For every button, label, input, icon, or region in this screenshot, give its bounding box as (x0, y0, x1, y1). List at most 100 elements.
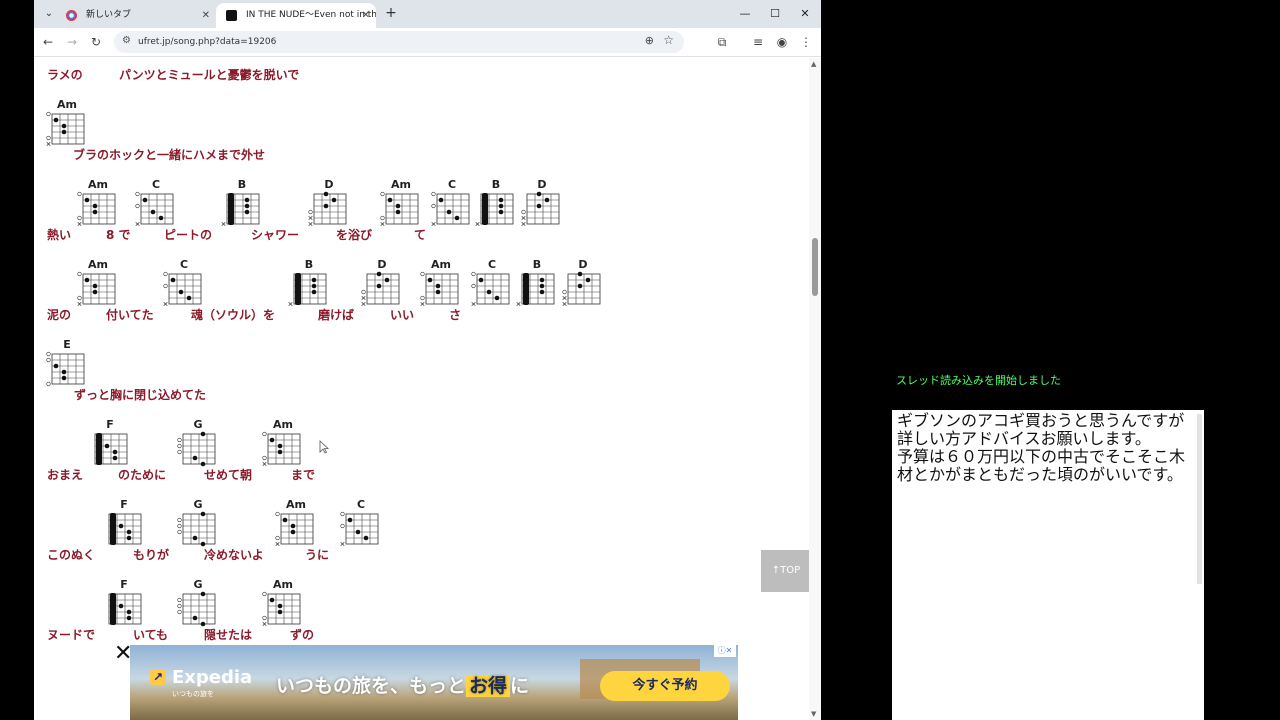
ad-catch-pre: いつもの旅を、もっと (276, 675, 467, 697)
chord-diagram-am[interactable]: Am (77, 178, 119, 238)
chord-diagram-b[interactable]: B (221, 178, 263, 238)
tab-close-icon[interactable]: ✕ (202, 3, 210, 28)
chord-grid (420, 271, 459, 307)
thread-scrollbar[interactable] (1197, 414, 1202, 584)
chord-name: C (356, 498, 366, 511)
chord-diagram-b[interactable]: B (516, 258, 558, 318)
status-message: スレッド読み込みを開始しました (896, 374, 1061, 387)
chord-grid (163, 271, 202, 307)
maximize-button[interactable]: ☐ (765, 4, 785, 24)
tab-close-icon[interactable]: ✕ (362, 3, 370, 28)
chord-name: D (324, 178, 334, 191)
lyric-line: ラメの (47, 68, 83, 82)
site-info-icon[interactable]: ⚙ (122, 35, 131, 46)
site-favicon-icon (226, 10, 237, 21)
chord-name: B (532, 258, 542, 271)
chord-diagram-f[interactable]: F (103, 498, 145, 558)
lyric-line: ブラのホックと一緒にハメまで外せ (73, 148, 266, 162)
ad-logo: ↗ Expedia (150, 667, 252, 688)
chord-diagram-am[interactable]: Am (77, 258, 119, 318)
lyric-line: ずっと胸に閉じ込めてた (74, 388, 207, 402)
chord-grid (77, 191, 116, 227)
forward-icon[interactable]: → (64, 34, 80, 50)
chord-name: C (151, 178, 161, 191)
chord-grid (562, 271, 601, 307)
chord-name: Am (286, 498, 306, 511)
chord-grid (177, 591, 216, 627)
chord-diagram-c[interactable]: C (340, 498, 382, 558)
chord-diagram-c[interactable]: C (163, 258, 205, 318)
chord-diagram-f[interactable]: F (103, 578, 145, 638)
expedia-arrow-icon: ↗ (150, 669, 166, 685)
chord-diagram-g[interactable]: G (177, 578, 219, 638)
ad-image[interactable]: ↗ Expedia いつもの旅を いつもの旅を、もっと お得に 今すぐ予約 (130, 645, 738, 720)
chord-diagram-am[interactable]: Am (262, 418, 304, 478)
chord-grid (77, 271, 116, 307)
chord-diagram-c[interactable]: C (431, 178, 473, 238)
chord-grid (177, 511, 216, 547)
media-icon[interactable]: ≡ (750, 34, 766, 50)
chord-diagram-d[interactable]: D (361, 258, 403, 318)
profile-icon[interactable]: ◉ (774, 34, 790, 50)
ad-brand: Expedia (172, 667, 253, 688)
lyric-line: 泥の (47, 308, 72, 322)
ad-cta-button[interactable]: 今すぐ予約 (600, 671, 730, 701)
address-text[interactable]: ufret.jp/song.php?data=19206 (138, 31, 276, 53)
chord-diagram-b[interactable]: B (288, 258, 330, 318)
lyric-line: おまえ (47, 468, 84, 482)
chord-grid (521, 191, 560, 227)
back-icon[interactable]: ← (40, 34, 56, 50)
chord-grid (471, 271, 510, 307)
chord-grid (177, 431, 216, 467)
bookmark-star-icon[interactable]: ☆ (663, 33, 674, 47)
chord-diagram-e[interactable]: E (46, 338, 88, 398)
chord-grid (108, 513, 142, 545)
reload-icon[interactable]: ↻ (88, 34, 104, 50)
chord-diagram-am[interactable]: Am (380, 178, 422, 238)
menu-icon[interactable]: ⋮ (798, 34, 814, 50)
chord-name: Am (391, 178, 411, 191)
chord-name: F (120, 498, 128, 511)
chord-name: Am (431, 258, 451, 271)
chord-diagram-d[interactable]: D (521, 178, 563, 238)
chord-name: C (447, 178, 457, 191)
extensions-icon[interactable]: ⧉ (714, 34, 730, 50)
chord-name: Am (273, 578, 293, 591)
chord-diagram-am[interactable]: Am (275, 498, 317, 558)
new-tab-button[interactable]: + (381, 3, 401, 23)
ad-close-button[interactable]: ✕ (114, 641, 132, 666)
close-window-button[interactable]: ✕ (795, 4, 815, 24)
chord-diagram-c[interactable]: C (471, 258, 513, 318)
chord-diagram-f[interactable]: F (89, 418, 131, 478)
adchoices-icon[interactable]: ⓘ✕ (714, 645, 736, 657)
scroll-up-icon[interactable]: ▲ (811, 60, 816, 68)
chord-diagram-g[interactable]: G (177, 418, 219, 478)
chord-diagram-d[interactable]: D (562, 258, 604, 318)
scroll-down-icon[interactable]: ▼ (811, 710, 816, 718)
toolbar: ← → ↻ ⚙ ufret.jp/song.php?data=19206 ⊕ ☆… (34, 28, 821, 57)
chord-diagram-d[interactable]: D (308, 178, 350, 238)
chord-diagram-am[interactable]: Am (420, 258, 462, 318)
mouse-cursor-icon (319, 440, 329, 454)
chord-diagram-c[interactable]: C (135, 178, 177, 238)
scrollbar-thumb[interactable] (812, 238, 818, 296)
page-scrollbar[interactable]: ▲ ▼ (809, 58, 821, 720)
address-bar[interactable]: ⚙ ufret.jp/song.php?data=19206 ⊕ ☆ (114, 31, 684, 53)
chord-diagram-am[interactable]: Am (46, 98, 88, 158)
chord-name: F (120, 578, 128, 591)
chord-name: B (304, 258, 314, 271)
chord-diagram-g[interactable]: G (177, 498, 219, 558)
ad-banner[interactable]: ↗ Expedia いつもの旅を いつもの旅を、もっと お得に 今すぐ予約 ⓘ✕ ✕ (34, 641, 809, 720)
zoom-icon[interactable]: ⊕ (645, 34, 654, 47)
tab-song[interactable]: IN THE NUDE〜Even not in the ✕ (216, 3, 376, 28)
tab-new-tab[interactable]: 新しいタブ ✕ (56, 3, 216, 28)
chord-grid (361, 271, 400, 307)
top-button[interactable]: ↑TOP (761, 550, 809, 592)
chord-name: D (578, 258, 588, 271)
minimize-button[interactable]: — (735, 4, 755, 24)
chord-diagram-b[interactable]: B (475, 178, 517, 238)
chord-name: Am (88, 178, 108, 191)
chord-diagram-am[interactable]: Am (262, 578, 304, 638)
browser-window: ⌄ 新しいタブ ✕ IN THE NUDE〜Even not in the ✕ … (34, 0, 821, 720)
chord-name: B (237, 178, 247, 191)
